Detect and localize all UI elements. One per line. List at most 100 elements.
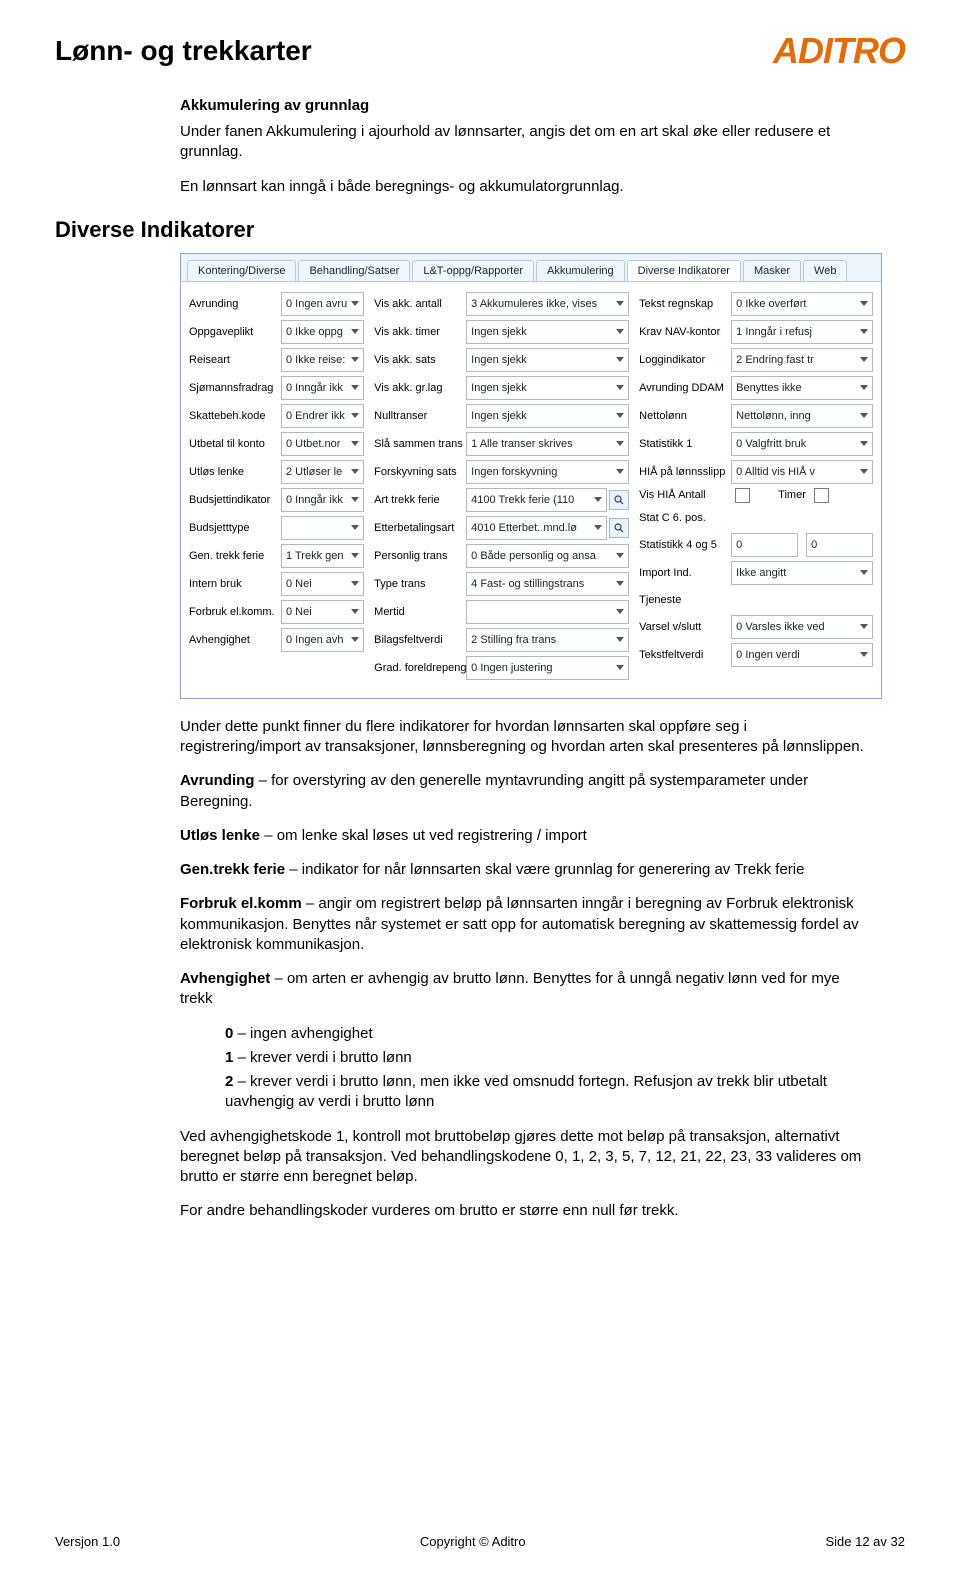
field-row: Krav NAV-kontor1 Inngår i refusj: [639, 320, 873, 344]
chevron-down-icon: [351, 525, 359, 530]
dropdown[interactable]: Ingen sjekk: [466, 320, 629, 344]
dropdown[interactable]: 0 Nei: [281, 600, 364, 624]
dropdown[interactable]: 0 Både personlig og ansa: [466, 544, 629, 568]
field-label: Oppgaveplikt: [189, 326, 281, 338]
dropdown[interactable]: 2 Utløser le: [281, 460, 364, 484]
tab-kontering[interactable]: Kontering/Diverse: [187, 260, 296, 281]
dropdown[interactable]: 4 Fast- og stillingstrans: [466, 572, 629, 596]
field-row: Gen. trekk ferie1 Trekk gen: [189, 544, 364, 568]
dropdown[interactable]: 0 Endrer ikk: [281, 404, 364, 428]
dropdown[interactable]: 1 Alle transer skrives: [466, 432, 629, 456]
dropdown[interactable]: 0 Ingen avru: [281, 292, 364, 316]
tab-lt-oppg[interactable]: L&T-oppg/Rapporter: [412, 260, 534, 281]
dropdown[interactable]: 0 Varsles ikke ved: [731, 615, 873, 639]
chevron-down-icon: [860, 570, 868, 575]
dropdown[interactable]: 0 Ingen justering: [466, 656, 629, 680]
dropdown[interactable]: 0 Ingen verdi: [731, 643, 873, 667]
dropdown[interactable]: Ikke angitt: [731, 561, 873, 585]
field-row: Avhengighet0 Ingen avh: [189, 628, 364, 652]
dropdown[interactable]: 0 Valgfritt bruk: [731, 432, 873, 456]
field-row: Vis akk. satsIngen sjekk: [374, 348, 629, 372]
dropdown[interactable]: 1 Trekk gen: [281, 544, 364, 568]
list-item: 1 – krever verdi i brutto lønn: [225, 1048, 865, 1068]
field-label: Forbruk el.komm.: [189, 606, 281, 618]
tab-masker[interactable]: Masker: [743, 260, 801, 281]
dropdown[interactable]: 0 Ikke overført: [731, 292, 873, 316]
dropdown[interactable]: Ingen sjekk: [466, 376, 629, 400]
checkbox[interactable]: [814, 488, 829, 503]
field-row: Grad. foreldrepeng0 Ingen justering: [374, 656, 629, 680]
dropdown[interactable]: 0 Alltid vis HIÅ v: [731, 460, 873, 484]
field-row: Tekstfeltverdi0 Ingen verdi: [639, 643, 873, 667]
field-label: Utbetal til konto: [189, 438, 281, 450]
tab-web[interactable]: Web: [803, 260, 847, 281]
chevron-down-icon: [616, 329, 624, 334]
field-label: Statistikk 1: [639, 438, 731, 450]
list-item: 2 – krever verdi i brutto lønn, men ikke…: [225, 1072, 865, 1113]
field-label: Grad. foreldrepeng: [374, 662, 466, 674]
field-row: Stat C 6. pos.: [639, 507, 873, 529]
field-label: Statistikk 4 og 5: [639, 539, 731, 551]
chevron-down-icon: [860, 441, 868, 446]
input[interactable]: 0: [806, 533, 873, 557]
dropdown[interactable]: 1 Inngår i refusj: [731, 320, 873, 344]
dropdown[interactable]: 3 Akkumuleres ikke, vises: [466, 292, 629, 316]
field-row: Etterbetalingsart4010 Etterbet. mnd.lø: [374, 516, 629, 540]
paragraph: Avhengighet – om arten er avhengig av br…: [180, 969, 865, 1010]
chevron-down-icon: [616, 553, 624, 558]
dropdown[interactable]: 0 Inngår ikk: [281, 488, 364, 512]
field-label: Tekst regnskap: [639, 298, 731, 310]
term-gen-trekk-ferie: Gen.trekk ferie: [180, 861, 285, 878]
dropdown[interactable]: 0 Ikke reise:: [281, 348, 364, 372]
field-row: Type trans4 Fast- og stillingstrans: [374, 572, 629, 596]
field-row: Utbetal til konto0 Utbet.nor: [189, 432, 364, 456]
field-row: Forskyvning satsIngen forskyvning: [374, 460, 629, 484]
section-heading-akkumulering: Akkumulering av grunnlag: [180, 97, 865, 114]
chevron-down-icon: [616, 665, 624, 670]
checkbox[interactable]: [735, 488, 750, 503]
field-row: Vis akk. timerIngen sjekk: [374, 320, 629, 344]
input[interactable]: 0: [731, 533, 798, 557]
lookup-button[interactable]: [609, 518, 629, 538]
term-forbruk-el-komm: Forbruk el.komm: [180, 895, 302, 912]
field-row: NulltranserIngen sjekk: [374, 404, 629, 428]
dropdown[interactable]: Ingen forskyvning: [466, 460, 629, 484]
dropdown[interactable]: Ingen sjekk: [466, 348, 629, 372]
field-row: Mertid: [374, 600, 629, 624]
dropdown[interactable]: 0 Utbet.nor: [281, 432, 364, 456]
chevron-down-icon: [351, 553, 359, 558]
tab-diverse-indikatorer[interactable]: Diverse Indikatorer: [627, 260, 741, 281]
brand-logo: ADITRO: [773, 30, 905, 72]
field-label: Utløs lenke: [189, 466, 281, 478]
chevron-down-icon: [616, 469, 624, 474]
chevron-down-icon: [616, 413, 624, 418]
dropdown[interactable]: 2 Endring fast tr: [731, 348, 873, 372]
footer-version: Versjon 1.0: [55, 1534, 120, 1549]
tab-akkumulering[interactable]: Akkumulering: [536, 260, 625, 281]
field-label: Avhengighet: [189, 634, 281, 646]
dropdown[interactable]: [281, 516, 364, 540]
dropdown[interactable]: 0 Ingen avh: [281, 628, 364, 652]
dropdown[interactable]: Benyttes ikke: [731, 376, 873, 400]
lookup-button[interactable]: [609, 490, 629, 510]
dropdown[interactable]: 4010 Etterbet. mnd.lø: [466, 516, 607, 540]
field-row: Statistikk 10 Valgfritt bruk: [639, 432, 873, 456]
dropdown[interactable]: 2 Stilling fra trans: [466, 628, 629, 652]
field-label: Vis akk. timer: [374, 326, 466, 338]
field-label: Tekstfeltverdi: [639, 649, 731, 661]
chevron-down-icon: [860, 357, 868, 362]
dropdown[interactable]: [466, 600, 629, 624]
dropdown[interactable]: 4100 Trekk ferie (110: [466, 488, 607, 512]
dropdown[interactable]: 0 Nei: [281, 572, 364, 596]
tab-behandling[interactable]: Behandling/Satser: [298, 260, 410, 281]
field-label: Gen. trekk ferie: [189, 550, 281, 562]
dropdown[interactable]: Nettolønn, inng: [731, 404, 873, 428]
dropdown[interactable]: 0 Ikke oppg: [281, 320, 364, 344]
chevron-down-icon: [860, 469, 868, 474]
field-label: Personlig trans: [374, 550, 466, 562]
paragraph: Ved avhengighetskode 1, kontroll mot bru…: [180, 1127, 865, 1188]
field-label: Nettolønn: [639, 410, 731, 422]
dropdown[interactable]: Ingen sjekk: [466, 404, 629, 428]
dropdown[interactable]: 0 Inngår ikk: [281, 376, 364, 400]
chevron-down-icon: [351, 609, 359, 614]
